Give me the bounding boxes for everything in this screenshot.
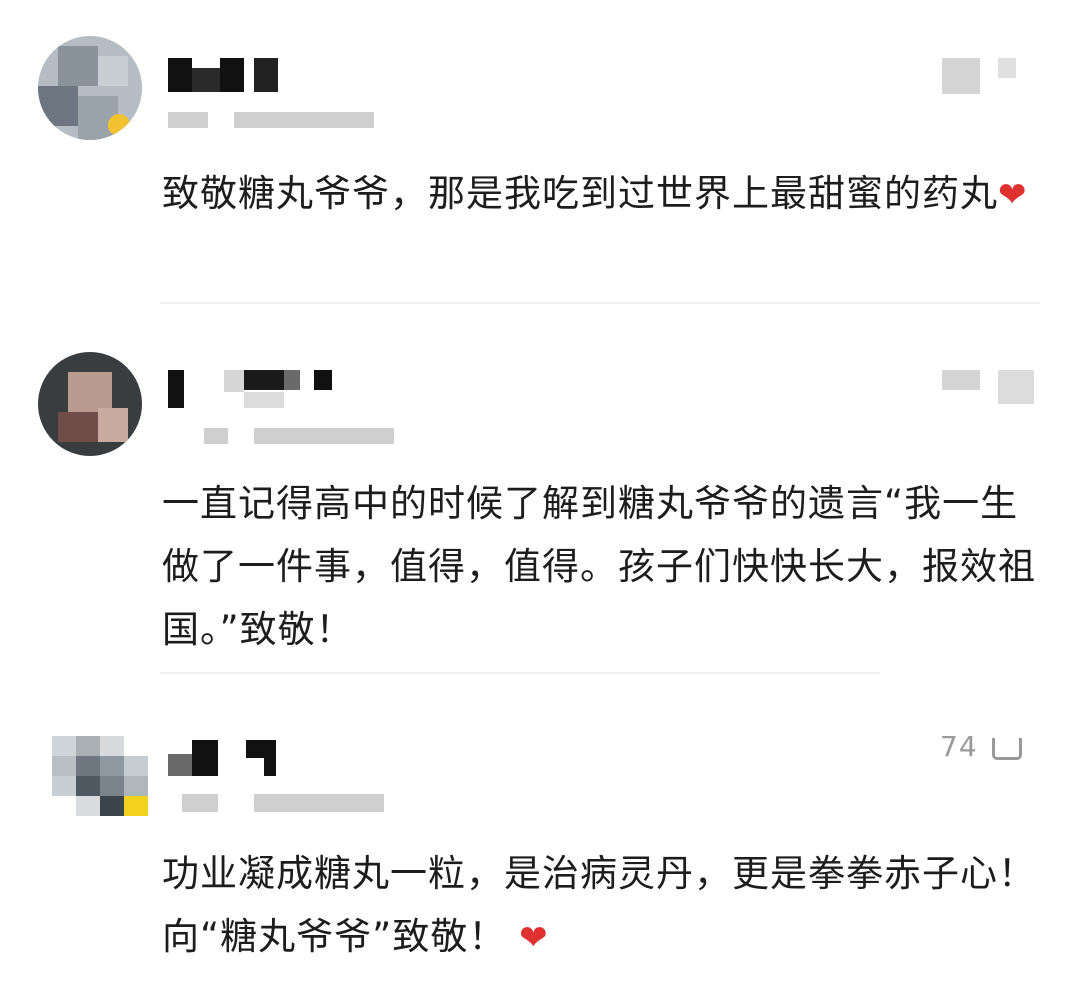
like-count: 74 — [940, 730, 978, 763]
avatar[interactable] — [52, 736, 148, 816]
thumb-up-icon — [992, 738, 1022, 760]
comment-text: 功业凝成糖丸一粒，是治病灵丹，更是拳拳赤子心！向“糖丸爷爷”致敬！ ❤ — [162, 842, 1042, 970]
comment-item-3: 74 功业凝成糖丸一粒，是治病灵丹，更是拳拳赤子心！向“糖丸爷爷”致敬！ ❤ — [0, 0, 1080, 1006]
heart-emoji: ❤ — [519, 918, 549, 958]
comment-body: 功业凝成糖丸一粒，是治病灵丹，更是拳拳赤子心！向“糖丸爷爷”致敬！ — [162, 852, 1036, 958]
like-button[interactable]: 74 — [940, 728, 1030, 768]
username-mosaic[interactable] — [168, 740, 288, 780]
comment-meta-mosaic — [168, 794, 398, 814]
